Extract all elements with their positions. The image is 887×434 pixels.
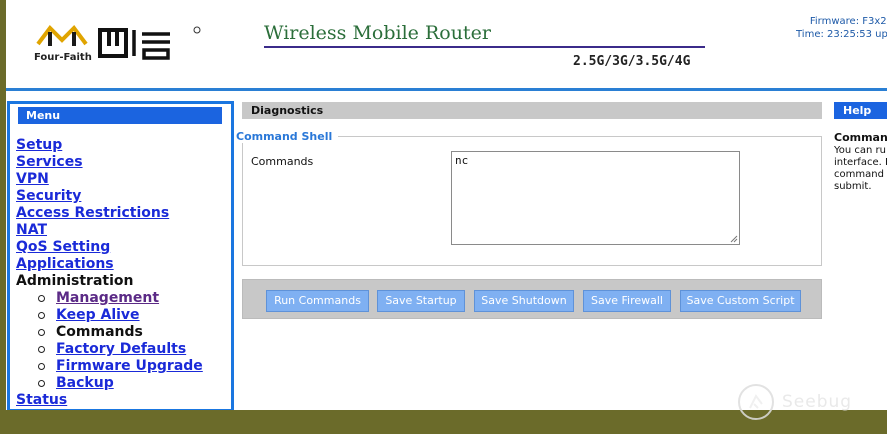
menu-item-applications[interactable]: Applications	[16, 256, 203, 273]
help-heading: Help	[834, 102, 887, 119]
menu-item-nat[interactable]: NAT	[16, 222, 203, 239]
menu-list: Setup Services VPN Security Access Restr…	[16, 137, 203, 409]
submenu-label: Factory Defaults	[56, 341, 187, 357]
header: Four-Faith Wireless Mobile Router 2.5G/3…	[6, 0, 887, 88]
save-shutdown-button[interactable]: Save Shutdown	[474, 290, 574, 312]
submenu-item-backup[interactable]: Backup	[38, 375, 203, 392]
bullet-icon	[38, 312, 45, 319]
submenu-label: Firmware Upgrade	[56, 358, 203, 374]
commands-text: nc	[455, 154, 469, 167]
menu-item-setup[interactable]: Setup	[16, 137, 203, 154]
four-faith-logo: Four-Faith	[30, 18, 210, 68]
page-subtitle: 2.5G/3G/3.5G/4G	[573, 54, 691, 69]
firmware-version: Firmware: F3x27	[809, 16, 887, 27]
bullet-icon	[38, 329, 45, 336]
bullet-icon	[38, 363, 45, 370]
submenu-label: Commands	[56, 324, 143, 340]
submenu-item-commands: Commands	[38, 324, 203, 341]
submenu-item-keep-alive[interactable]: Keep Alive	[38, 307, 203, 324]
help-content: Commands You can ru interface. F command…	[834, 131, 887, 193]
firmware-info: Firmware: F3x27 Time: 23:25:53 up 1:1	[796, 16, 887, 42]
brand-text: Four-Faith	[34, 52, 92, 63]
menu-heading: Menu	[18, 107, 222, 124]
panel-title: Diagnostics	[242, 102, 822, 119]
submenu-label: Backup	[56, 375, 114, 391]
help-title: Commands	[834, 131, 887, 144]
commands-label: Commands	[251, 155, 314, 168]
watermark-text: Seebug	[782, 392, 853, 412]
save-custom-script-button[interactable]: Save Custom Script	[680, 290, 801, 312]
help-line: interface. F	[834, 157, 887, 168]
fieldset-legend: Command Shell	[236, 130, 339, 143]
save-startup-button[interactable]: Save Startup	[377, 290, 465, 312]
commands-textarea[interactable]: nc	[451, 151, 740, 245]
menu-item-services[interactable]: Services	[16, 154, 203, 171]
help-line: command a	[834, 169, 887, 180]
submenu-item-management[interactable]: Management	[38, 290, 203, 307]
header-divider	[6, 88, 887, 91]
menu-item-access-restrictions[interactable]: Access Restrictions	[16, 205, 203, 222]
help-line: You can ru	[834, 145, 887, 156]
menu-item-security[interactable]: Security	[16, 188, 203, 205]
submenu-label: Management	[56, 290, 160, 306]
save-firewall-button[interactable]: Save Firewall	[583, 290, 671, 312]
menu-item-vpn[interactable]: VPN	[16, 171, 203, 188]
submenu-item-factory-defaults[interactable]: Factory Defaults	[38, 341, 203, 358]
page-title: Wireless Mobile Router	[264, 22, 491, 44]
sidebar-menu: Menu Setup Services VPN Security Access …	[7, 101, 234, 412]
button-bar: Run Commands Save Startup Save Shutdown …	[242, 279, 822, 319]
menu-item-status[interactable]: Status	[16, 392, 203, 409]
uptime: Time: 23:25:53 up 1:1	[796, 29, 887, 40]
run-commands-button[interactable]: Run Commands	[266, 290, 369, 312]
bullet-icon	[38, 346, 45, 353]
menu-item-qos[interactable]: QoS Setting	[16, 239, 203, 256]
submenu-item-firmware-upgrade[interactable]: Firmware Upgrade	[38, 358, 203, 375]
help-line: submit.	[834, 181, 872, 192]
resize-grip-icon[interactable]	[730, 235, 738, 243]
menu-item-administration: Administration	[16, 273, 134, 289]
bullet-icon	[38, 380, 45, 387]
submenu-label: Keep Alive	[56, 307, 140, 323]
watermark: Seebug	[738, 384, 852, 420]
title-divider	[264, 46, 705, 48]
seebug-logo-icon	[738, 384, 774, 420]
bullet-icon	[38, 295, 45, 302]
administration-submenu: Management Keep Alive Commands Factory D…	[16, 290, 203, 392]
